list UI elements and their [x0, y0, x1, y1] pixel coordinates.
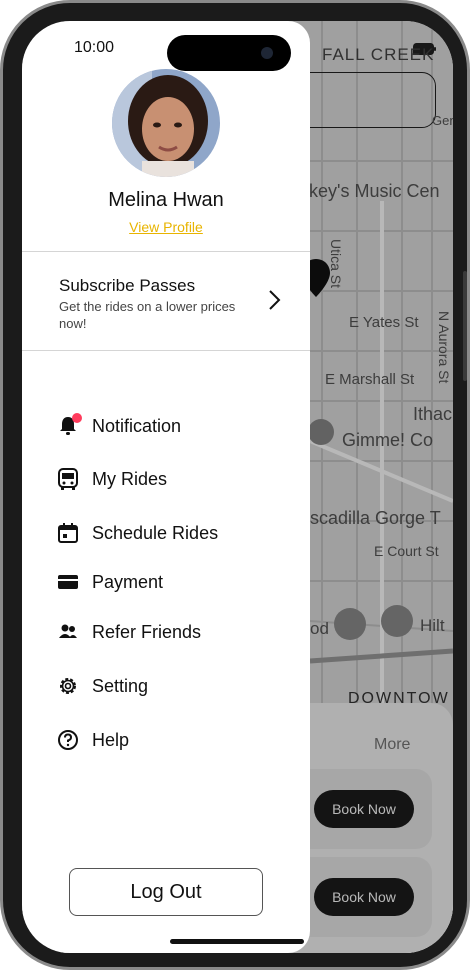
menu-item-refer-friends[interactable]: Refer Friends	[56, 616, 201, 648]
gear-icon	[56, 674, 80, 698]
bus-icon	[56, 467, 80, 491]
phone-frame: FALL CREEK key's Music Cen Utica St E Ya…	[0, 0, 470, 970]
side-button	[463, 271, 467, 381]
subscribe-description: Get the rides on a lower prices now!	[59, 299, 236, 331]
divider	[22, 251, 310, 252]
menu-item-schedule-rides[interactable]: Schedule Rides	[56, 517, 218, 549]
menu-label: Help	[92, 729, 130, 750]
subscribe-title[interactable]: Subscribe Passes	[59, 276, 195, 296]
calendar-icon	[56, 521, 80, 545]
dynamic-island	[167, 35, 291, 71]
menu-item-notification[interactable]: Notification	[56, 410, 181, 442]
logout-button[interactable]: Log Out	[69, 868, 263, 916]
profile-name: Melina Hwan	[108, 189, 224, 211]
notification-badge	[72, 413, 82, 423]
view-profile-link[interactable]: View Profile	[129, 219, 203, 235]
divider	[22, 350, 310, 351]
screen: FALL CREEK key's Music Cen Utica St E Ya…	[22, 21, 453, 953]
camera-icon	[261, 47, 273, 59]
home-indicator[interactable]	[170, 939, 304, 944]
menu-label: Setting	[92, 675, 149, 696]
menu-label: Notification	[92, 415, 182, 436]
menu-label: My Rides	[92, 468, 168, 489]
status-time: 10:00	[74, 39, 115, 56]
side-drawer: 10:00 Melina Hwan View Profile Subscribe…	[22, 21, 310, 953]
menu-item-setting[interactable]: Setting	[56, 670, 148, 702]
view-profile-container: View Profile	[22, 219, 310, 235]
chevron-right-icon[interactable]	[266, 289, 282, 316]
avatar[interactable]	[112, 69, 220, 177]
menu-item-payment[interactable]: Payment	[56, 566, 163, 598]
menu-label: Refer Friends	[92, 621, 202, 642]
menu-item-help[interactable]: Help	[56, 724, 129, 756]
menu-item-my-rides[interactable]: My Rides	[56, 463, 167, 495]
card-icon	[56, 570, 80, 594]
help-icon	[56, 728, 80, 752]
menu-label: Payment	[92, 571, 164, 592]
bell-icon	[56, 413, 82, 438]
people-icon	[56, 620, 80, 644]
menu-label: Schedule Rides	[92, 522, 219, 543]
